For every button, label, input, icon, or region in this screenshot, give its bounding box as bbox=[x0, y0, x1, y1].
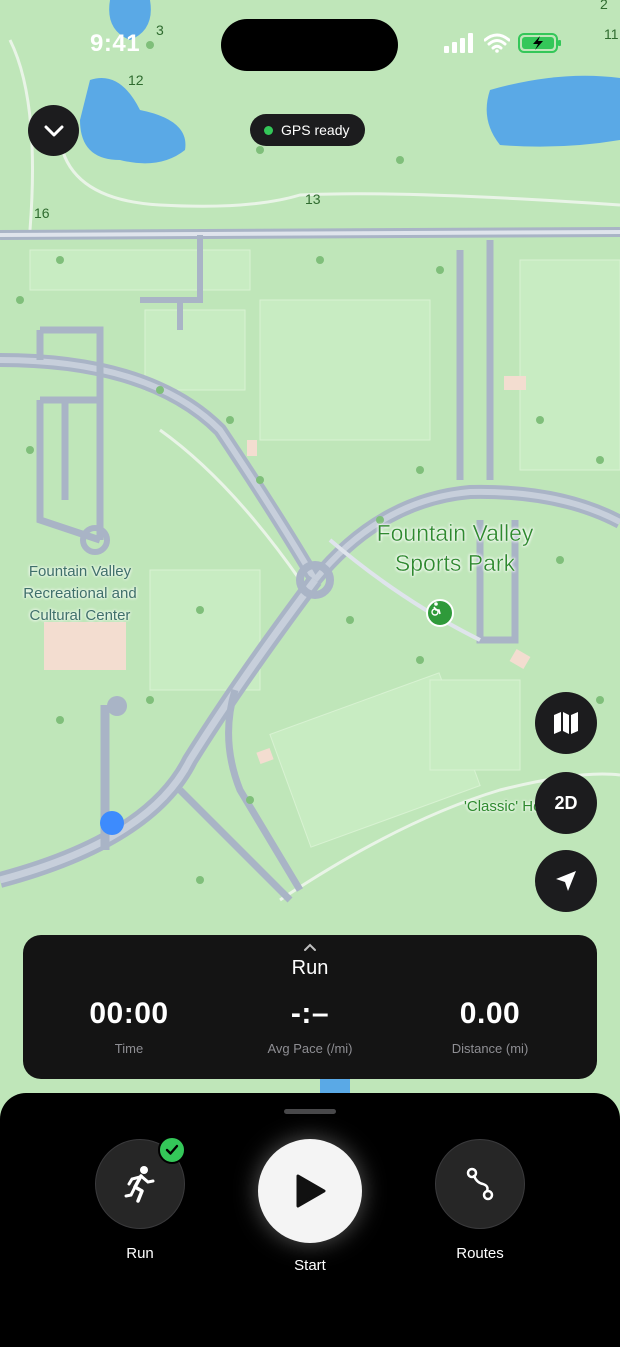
map-label-13: 13 bbox=[305, 191, 321, 207]
stat-time: 00:00 Time bbox=[39, 997, 219, 1056]
run-button-label: Run bbox=[126, 1245, 154, 1262]
activity-type-run-button[interactable]: Run bbox=[95, 1136, 186, 1262]
chevron-down-icon bbox=[44, 125, 63, 136]
location-arrow-icon bbox=[556, 871, 576, 891]
map-label-rec-center[interactable]: Fountain Valley Recreational and Cultura… bbox=[10, 561, 150, 627]
gps-status-label: GPS ready bbox=[281, 122, 350, 138]
stats-title: Run bbox=[291, 957, 329, 979]
toggle-2d-button[interactable]: 2D bbox=[535, 772, 597, 834]
wifi-icon bbox=[484, 33, 510, 53]
routes-button[interactable]: Routes bbox=[435, 1139, 525, 1262]
status-time: 9:41 bbox=[90, 30, 141, 57]
battery-charging-icon bbox=[518, 33, 561, 53]
chevron-up-icon[interactable] bbox=[23, 939, 597, 957]
recenter-location-button[interactable] bbox=[535, 850, 597, 912]
map-style-button[interactable] bbox=[535, 692, 597, 754]
activity-run-circle[interactable] bbox=[95, 1136, 186, 1229]
stat-time-value: 00:00 bbox=[89, 997, 169, 1030]
stat-distance: 0.00 Distance (mi) bbox=[400, 997, 580, 1056]
toggle-2d-label: 2D bbox=[554, 792, 578, 813]
map-icon bbox=[554, 712, 578, 734]
stat-pace-value: -:– bbox=[290, 997, 330, 1030]
start-button[interactable]: Start bbox=[258, 1139, 362, 1274]
play-icon bbox=[296, 1174, 326, 1208]
routes-button-label: Routes bbox=[456, 1245, 504, 1262]
sheet-grabber[interactable] bbox=[284, 1109, 336, 1114]
gps-status-dot bbox=[264, 125, 273, 135]
map-label-16: 16 bbox=[34, 205, 50, 221]
gps-status-pill: GPS ready bbox=[250, 114, 366, 146]
running-person-icon bbox=[124, 1166, 155, 1203]
stat-pace: -:– Avg Pace (/mi) bbox=[220, 997, 400, 1056]
route-icon bbox=[466, 1167, 494, 1201]
bottom-action-panel: Run Start Routes bbox=[0, 1093, 620, 1347]
dynamic-island bbox=[221, 19, 398, 71]
status-bar: 9:41 bbox=[0, 0, 620, 90]
stat-pace-label: Avg Pace (/mi) bbox=[267, 1041, 353, 1056]
stat-distance-value: 0.00 bbox=[459, 997, 521, 1030]
collapse-button[interactable] bbox=[28, 105, 79, 156]
map-label-classic[interactable]: 'Classic' Ho bbox=[464, 798, 541, 815]
status-icons bbox=[444, 33, 562, 53]
wheelchair-poi-icon[interactable] bbox=[426, 599, 454, 627]
selected-check-icon bbox=[158, 1136, 186, 1164]
stat-distance-label: Distance (mi) bbox=[451, 1041, 529, 1056]
map-label-sports-park[interactable]: Fountain Valley Sports Park bbox=[360, 518, 550, 578]
stat-time-label: Time bbox=[114, 1041, 144, 1056]
start-button-label: Start bbox=[294, 1257, 326, 1274]
start-circle[interactable] bbox=[258, 1139, 362, 1243]
cellular-signal-icon bbox=[444, 33, 473, 53]
routes-circle[interactable] bbox=[435, 1139, 525, 1229]
run-stats-card[interactable]: Run 00:00 Time -:– Avg Pace (/mi) 0.00 D… bbox=[23, 935, 597, 1079]
